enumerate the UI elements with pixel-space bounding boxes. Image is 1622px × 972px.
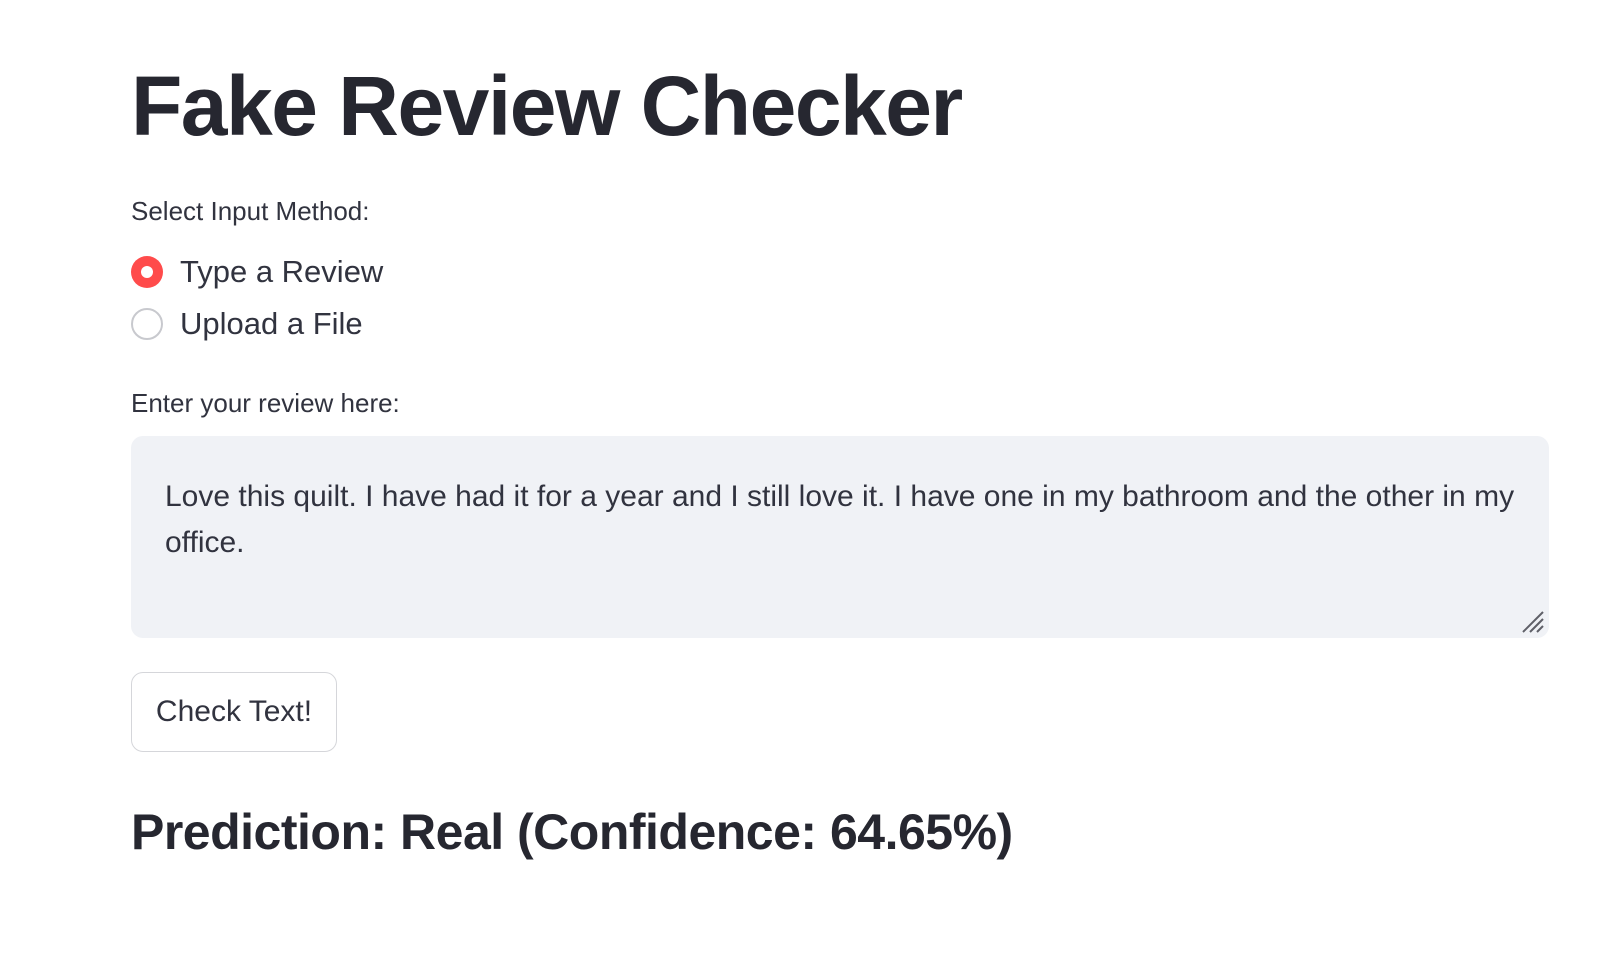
radio-selected-icon[interactable] <box>131 256 163 288</box>
radio-unselected-icon[interactable] <box>131 308 163 340</box>
app-page: Fake Review Checker Select Input Method:… <box>0 0 1622 972</box>
review-textarea[interactable]: Love this quilt. I have had it for a yea… <box>131 436 1549 638</box>
page-title: Fake Review Checker <box>131 59 963 153</box>
radio-option-upload-file[interactable]: Upload a File <box>131 306 363 342</box>
radio-option-type-review[interactable]: Type a Review <box>131 254 383 290</box>
input-method-label: Select Input Method: <box>131 196 370 226</box>
review-input-label: Enter your review here: <box>131 388 400 418</box>
review-textarea-value: Love this quilt. I have had it for a yea… <box>165 480 1515 559</box>
resize-handle-icon[interactable] <box>1519 608 1545 634</box>
radio-option-label: Upload a File <box>180 306 363 341</box>
radio-option-label: Type a Review <box>180 254 384 289</box>
check-text-button[interactable]: Check Text! <box>131 672 337 752</box>
prediction-result: Prediction: Real (Confidence: 64.65%) <box>131 804 1013 860</box>
